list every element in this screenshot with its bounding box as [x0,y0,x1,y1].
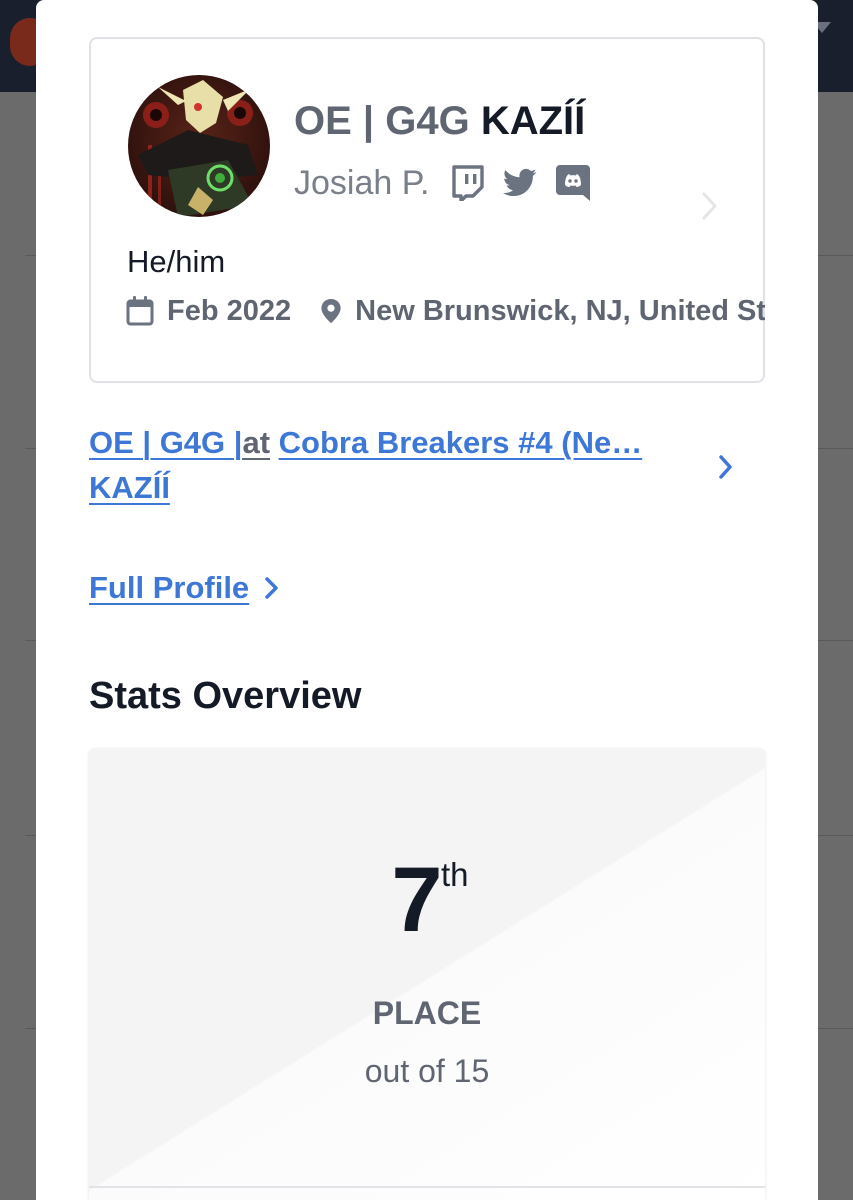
real-name-row: Josiah P. [294,161,608,205]
twitter-icon[interactable] [502,165,538,201]
chevron-right-icon[interactable] [263,574,281,602]
event-name[interactable]: Cobra Breakers #4 (Ne… [279,425,643,460]
gamertag: KAZÍÍ [480,99,586,143]
entrant-tag[interactable]: KAZÍÍ [89,470,170,505]
background-divider [818,255,853,256]
avatar [128,75,270,217]
pronouns: He/him [127,244,226,279]
discord-icon[interactable] [555,165,591,201]
profile-meta: Feb 2022 New Brunswick, NJ, United State… [125,291,765,331]
real-name: Josiah P. [294,163,430,202]
event-entry-link[interactable]: OE | G4G |at Cobra Breakers #4 (Ne… KAZÍ… [89,420,699,510]
chevron-right-icon[interactable] [716,452,736,482]
background-divider [818,448,853,449]
entrant-prefix[interactable]: OE | G4G | [89,425,242,460]
location-pin-icon [321,299,341,323]
location: New Brunswick, NJ, United States [355,294,765,327]
placement-number-wrap: 7 [89,848,765,953]
ordinal-suffix: th [441,856,469,893]
background-divider [818,640,853,641]
chevron-right-icon[interactable] [699,189,721,223]
placement-number: 7 [391,849,443,951]
card-divider [89,1186,765,1188]
event-connector: at [242,425,271,460]
twitch-icon[interactable] [449,165,485,201]
entrant-total: out of 15 [364,1053,490,1089]
calendar-icon [126,296,154,326]
join-date: Feb 2022 [167,294,292,327]
player-modal: OE | G4G KAZÍÍ Josiah P. He/him Feb 2022… [36,0,818,1200]
stats-title: Stats Overview [89,675,362,717]
full-profile-label[interactable]: Full Profile [89,570,249,606]
placement-card: 7 th PLACE out of 15 [89,748,765,1200]
place-label: PLACE [372,995,482,1031]
background-divider [818,835,853,836]
full-profile-link[interactable]: Full Profile [89,570,281,606]
profile-card[interactable]: OE | G4G KAZÍÍ Josiah P. He/him Feb 2022… [89,37,765,383]
player-name: OE | G4G KAZÍÍ [294,99,585,144]
sponsor-prefix: OE | G4G [294,99,470,143]
background-divider [818,1028,853,1029]
